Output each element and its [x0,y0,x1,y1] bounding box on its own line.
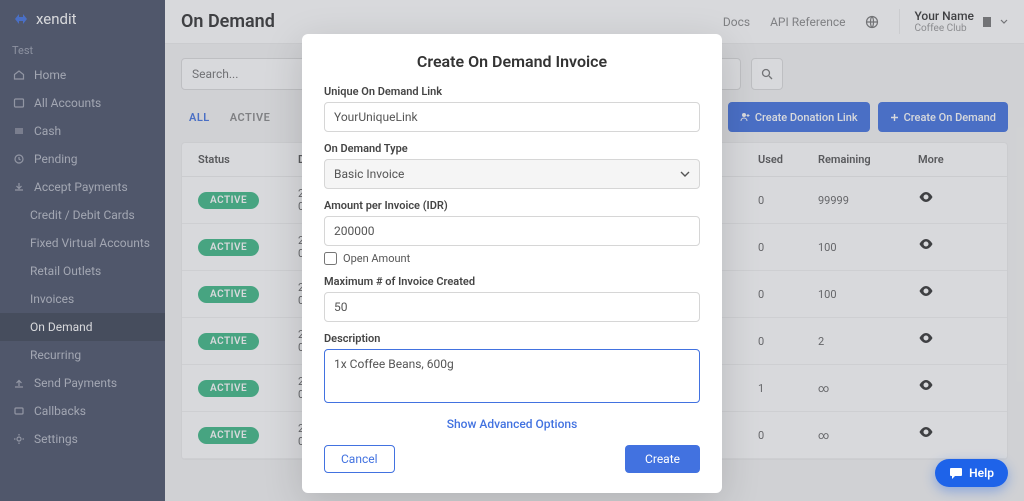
modal-title: Create On Demand Invoice [324,52,700,71]
chat-icon [949,467,963,480]
advanced-options-link[interactable]: Show Advanced Options [324,417,700,431]
create-button[interactable]: Create [625,445,700,473]
modal-overlay: Create On Demand Invoice Unique On Deman… [0,0,1024,501]
amount-label: Amount per Invoice (IDR) [324,199,700,212]
unique-link-input[interactable] [324,102,700,132]
unique-link-label: Unique On Demand Link [324,85,700,98]
create-on-demand-modal: Create On Demand Invoice Unique On Deman… [302,34,722,493]
description-input[interactable]: 1x Coffee Beans, 600g [324,349,700,403]
type-label: On Demand Type [324,142,700,155]
description-label: Description [324,332,700,345]
help-button[interactable]: Help [935,459,1008,487]
open-amount-checkbox[interactable]: Open Amount [324,252,700,265]
type-select[interactable]: Basic Invoice [324,159,700,189]
max-input[interactable] [324,292,700,322]
cancel-button[interactable]: Cancel [324,445,395,473]
amount-input[interactable] [324,216,700,246]
max-label: Maximum # of Invoice Created [324,275,700,288]
